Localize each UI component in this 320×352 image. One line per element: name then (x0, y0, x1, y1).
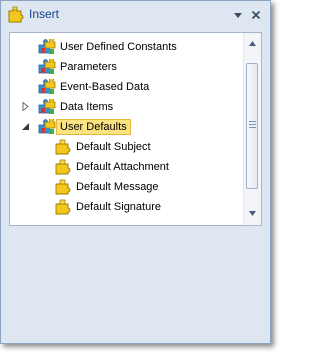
collapse-arrow-icon[interactable] (21, 122, 30, 131)
tree-item-label: User Defined Constants (60, 41, 177, 53)
tree-item-label: Default Message (76, 181, 159, 193)
tree-item-label: Default Attachment (76, 161, 169, 173)
tree-item-data-items[interactable]: Data Items (38, 97, 113, 117)
puzzle-piece-icon (55, 139, 71, 155)
puzzle-piece-icon (55, 199, 71, 215)
group-puzzle-icon (38, 39, 56, 54)
tree-item-label: Event-Based Data (60, 81, 150, 93)
insert-puzzle-icon (8, 6, 24, 23)
tree-item-default-attachment[interactable]: Default Attachment (54, 157, 169, 177)
insert-window: Insert User Defined Constants Parameters… (0, 0, 271, 344)
tree-panel: User Defined Constants Parameters Event-… (9, 32, 262, 226)
close-button[interactable] (249, 8, 263, 22)
tree-item-default-subject[interactable]: Default Subject (54, 137, 151, 157)
scroll-up-arrow-icon[interactable] (248, 39, 257, 48)
insert-tree[interactable]: User Defined Constants Parameters Event-… (10, 33, 240, 225)
tree-item-label: Data Items (60, 101, 114, 113)
tree-item-label: User Defaults (56, 119, 131, 135)
tree-item-label: Parameters (60, 61, 117, 73)
title-bar[interactable]: Insert (1, 1, 270, 28)
pin-dropdown-icon (234, 13, 242, 18)
tree-item-user-defined-constants[interactable]: User Defined Constants (38, 37, 177, 57)
expand-arrow-icon[interactable] (21, 102, 30, 111)
scrollbar-thumb[interactable] (246, 63, 258, 189)
tree-item-parameters[interactable]: Parameters (38, 57, 117, 77)
tree-item-label: Default Subject (76, 141, 151, 153)
tree-item-label: Default Signature (76, 201, 161, 213)
window-title: Insert (29, 7, 60, 21)
close-icon (251, 10, 261, 20)
group-puzzle-icon (38, 79, 56, 94)
puzzle-piece-icon (55, 159, 71, 175)
tree-item-user-defaults[interactable]: User Defaults (38, 117, 131, 137)
tree-item-default-message[interactable]: Default Message (54, 177, 159, 197)
puzzle-piece-icon (55, 179, 71, 195)
tree-item-default-signature[interactable]: Default Signature (54, 197, 161, 217)
pin-dropdown-button[interactable] (231, 8, 245, 22)
tree-item-event-based-data[interactable]: Event-Based Data (38, 77, 149, 97)
group-puzzle-icon (38, 99, 56, 114)
group-puzzle-icon (38, 119, 56, 134)
vertical-scrollbar[interactable] (243, 33, 261, 225)
group-puzzle-icon (38, 59, 56, 74)
scroll-down-arrow-icon[interactable] (248, 209, 257, 218)
